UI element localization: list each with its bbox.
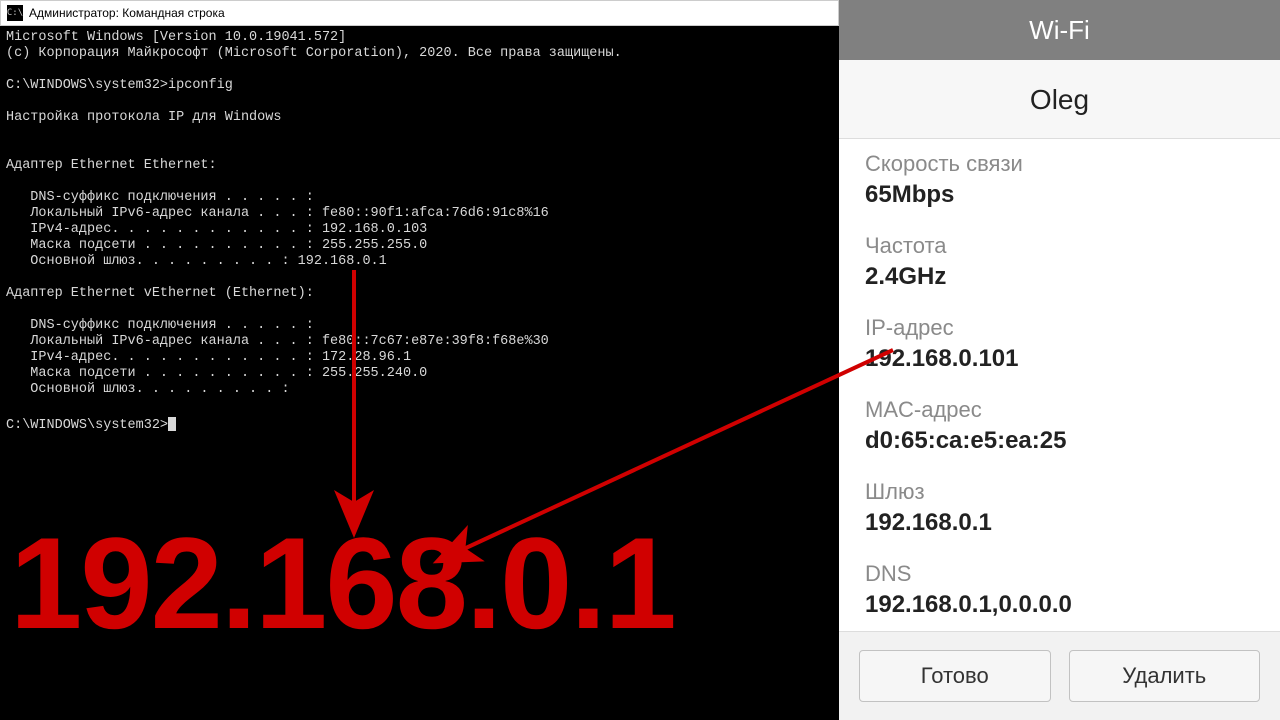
item-label: Частота [865,231,1254,261]
item-value: 192.168.0.1 [865,507,1254,539]
item-label: IP-адрес [865,313,1254,343]
phone-network-title: Oleg [839,60,1280,138]
item-value: 192.168.0.101 [865,343,1254,375]
cmd-titlebar[interactable]: C:\ Администратор: Командная строка [0,0,839,26]
list-item: Частота 2.4GHz [865,221,1254,303]
cmd-cursor [168,417,176,431]
item-value: 192.168.0.1,0.0.0.0 [865,589,1254,621]
cmd-icon: C:\ [7,5,23,21]
delete-button[interactable]: Удалить [1069,650,1261,702]
annotation-ip: 192.168.0.1 [10,518,675,648]
phone-header: Wi-Fi [839,0,1280,60]
item-label: DNS [865,559,1254,589]
phone-details-list: Скорость связи 65Mbps Частота 2.4GHz IP-… [839,138,1280,632]
cmd-title: Администратор: Командная строка [29,6,225,20]
list-item: Скорость связи 65Mbps [865,139,1254,221]
item-value: d0:65:ca:e5:ea:25 [865,425,1254,457]
list-item: DNS 192.168.0.1,0.0.0.0 [865,549,1254,631]
list-item: Шлюз 192.168.0.1 [865,467,1254,549]
phone-panel: Wi-Fi Oleg Скорость связи 65Mbps Частота… [839,0,1280,720]
cmd-window: C:\ Администратор: Командная строка Micr… [0,0,839,454]
done-button[interactable]: Готово [859,650,1051,702]
item-label: Шлюз [865,477,1254,507]
cmd-output: Microsoft Windows [Version 10.0.19041.57… [6,30,622,433]
item-label: Скорость связи [865,149,1254,179]
list-item: IP-адрес 192.168.0.101 [865,303,1254,385]
item-value: 2.4GHz [865,261,1254,293]
cmd-body[interactable]: Microsoft Windows [Version 10.0.19041.57… [0,26,839,454]
phone-button-row: Готово Удалить [839,632,1280,720]
item-label: MAC-адрес [865,395,1254,425]
item-value: 65Mbps [865,179,1254,211]
list-item: MAC-адрес d0:65:ca:e5:ea:25 [865,385,1254,467]
